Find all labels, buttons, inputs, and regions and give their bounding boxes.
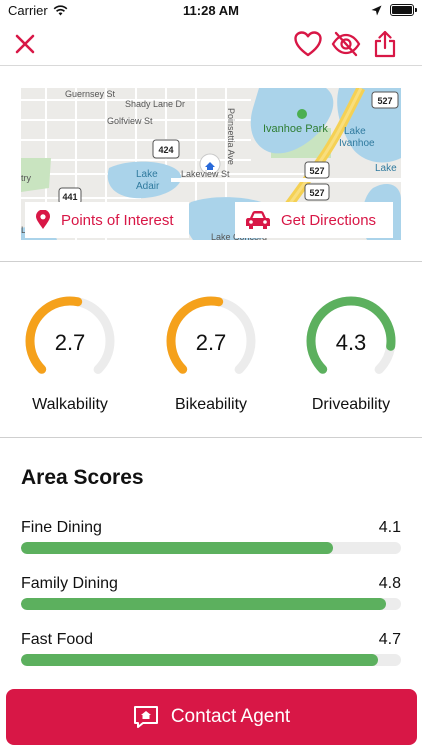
map-label-lake-ivanhoe-2: Ivanhoe: [339, 138, 375, 149]
score-bar-fill: [21, 654, 379, 666]
eye-slash-icon: [331, 31, 361, 57]
get-directions-label: Get Directions: [281, 211, 377, 229]
close-icon: [15, 34, 35, 54]
map-label-ivanhoe-park: Ivanhoe Park: [263, 123, 328, 135]
road-shield-527-north: 527: [377, 96, 392, 106]
road-shield-527-south: 527: [309, 188, 324, 198]
score-bar-fill: [21, 598, 386, 610]
close-button[interactable]: [9, 28, 41, 60]
get-directions-button[interactable]: Get Directions: [235, 202, 393, 238]
map-label-lake-adair-2: Adair: [136, 181, 160, 192]
bikeability-gauge: 2.7 Bikeability: [146, 290, 276, 420]
score-name: Fast Food: [21, 631, 94, 648]
bikeability-label: Bikeability: [174, 396, 248, 413]
share-icon: [374, 30, 396, 58]
status-icons: [371, 4, 417, 16]
map-label-lake-adair-1: Lake: [136, 169, 158, 180]
map-label-golfview: Golfview St: [107, 116, 153, 126]
driveability-score: 4.3: [335, 330, 367, 355]
score-bar-track: [21, 654, 401, 666]
road-shield-527-mid: 527: [309, 166, 324, 176]
battery-icon: [390, 4, 417, 16]
heart-icon: [294, 31, 322, 57]
hide-listing-button[interactable]: [330, 28, 362, 60]
driveability-gauge: 4.3 Driveability: [286, 290, 416, 420]
bikeability-score: 2.7: [195, 330, 227, 355]
share-button[interactable]: [369, 28, 401, 60]
car-icon: [246, 211, 270, 229]
map-pin-icon: [36, 210, 50, 229]
divider-middle: [0, 437, 422, 438]
contact-agent-button[interactable]: Contact Agent: [6, 689, 417, 745]
road-shield-424: 424: [158, 145, 173, 155]
contact-agent-label: Contact Agent: [170, 706, 291, 727]
map-label-shady-lane: Shady Lane Dr: [125, 99, 185, 109]
driveability-label: Driveability: [311, 396, 391, 413]
status-bar: Carrier 11:28 AM: [0, 0, 422, 22]
map-label-lake-ivanhoe-1: Lake: [344, 126, 366, 137]
walkability-label: Walkability: [32, 396, 108, 413]
map-label-poinsettia: Poinsettia Ave: [226, 108, 236, 165]
score-value: 4.8: [378, 575, 401, 592]
walkability-gauge: 2.7 Walkability: [5, 290, 135, 420]
agent-chat-icon: [133, 706, 158, 728]
location-arrow-icon: [371, 5, 382, 15]
map-label-guernsey: Guernsey St: [65, 89, 116, 99]
clock: 11:28 AM: [183, 3, 239, 18]
points-of-interest-button[interactable]: Points of Interest: [25, 202, 189, 238]
navigation-bar: [0, 22, 422, 66]
score-name: Fine Dining: [21, 519, 102, 536]
score-value: 4.7: [378, 631, 401, 648]
map-label-try: try: [21, 173, 31, 183]
score-bar-track: [21, 598, 401, 610]
score-name: Family Dining: [21, 575, 118, 592]
area-scores-title: Area Scores: [21, 466, 144, 489]
walkability-score: 2.7: [54, 330, 86, 355]
points-of-interest-label: Points of Interest: [61, 211, 174, 229]
map-label-lakeview: Lakeview St: [181, 169, 230, 179]
road-shield-441: 441: [62, 192, 77, 202]
divider-top: [0, 261, 422, 262]
score-bar-track: [21, 542, 401, 554]
neighborhood-map[interactable]: Guernsey St Shady Lane Dr Golfview St La…: [21, 88, 401, 240]
score-bar-fill: [21, 542, 333, 554]
favorite-button[interactable]: [292, 28, 324, 60]
score-value: 4.1: [378, 519, 401, 536]
map-label-lake-right: Lake: [375, 163, 397, 174]
